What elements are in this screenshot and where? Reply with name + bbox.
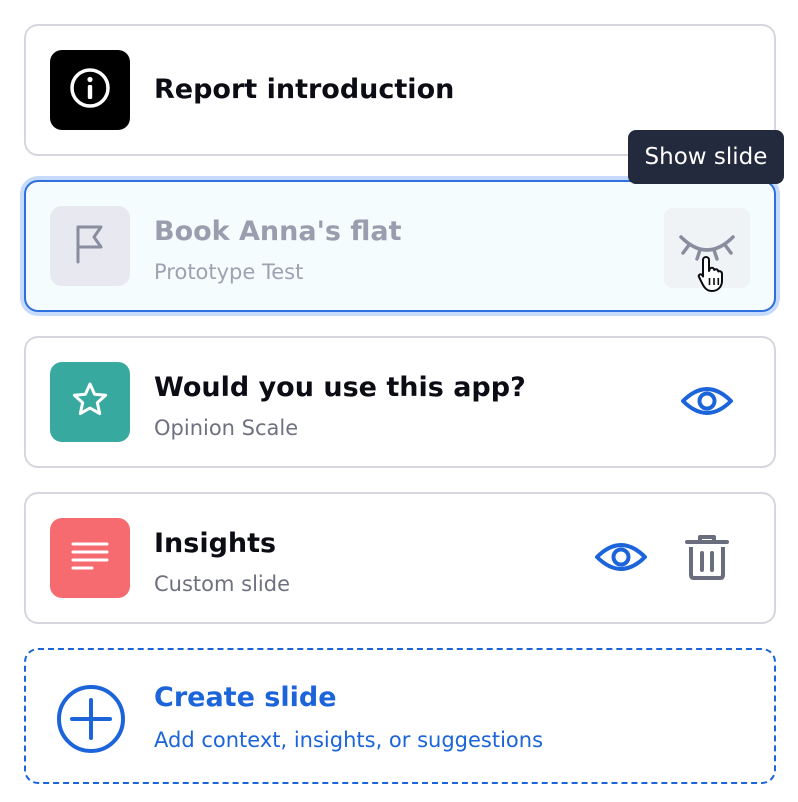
delete-slide-button[interactable] (674, 526, 740, 592)
slide-tile (50, 50, 130, 130)
slide-tile (50, 362, 130, 442)
slide-subtitle: Opinion Scale (154, 416, 299, 440)
slide-tile (50, 518, 130, 598)
slide-tile (50, 206, 130, 286)
slide-title: Book Anna's flat (154, 216, 402, 247)
slide-title: Would you use this app? (154, 372, 526, 403)
slide-card-book-annas-flat[interactable]: Book Anna's flat Prototype Test (24, 180, 776, 312)
flag-icon (70, 222, 110, 270)
eye-icon (594, 539, 648, 579)
hand-pointer-cursor-icon (696, 254, 730, 298)
slide-title: Insights (154, 528, 277, 559)
hide-slide-button[interactable] (588, 526, 654, 592)
hide-slide-button[interactable] (674, 370, 740, 436)
slide-title: Report introduction (154, 74, 455, 105)
slide-card-insights[interactable]: Insights Custom slide (24, 492, 776, 624)
trash-icon (684, 533, 730, 585)
create-slide-subtitle: Add context, insights, or suggestions (154, 728, 544, 752)
create-slide-title: Create slide (154, 682, 337, 713)
info-icon (68, 66, 112, 114)
text-lines-icon (70, 540, 110, 576)
star-icon (70, 380, 110, 424)
slide-card-would-you-use-this-app[interactable]: Would you use this app? Opinion Scale (24, 336, 776, 468)
slide-subtitle: Custom slide (154, 572, 290, 596)
eye-icon (680, 383, 734, 423)
slide-subtitle: Prototype Test (154, 260, 304, 284)
create-slide-button[interactable]: Create slide Add context, insights, or s… (24, 648, 776, 784)
plus-circle-icon (56, 684, 126, 758)
show-slide-tooltip: Show slide (628, 130, 784, 184)
